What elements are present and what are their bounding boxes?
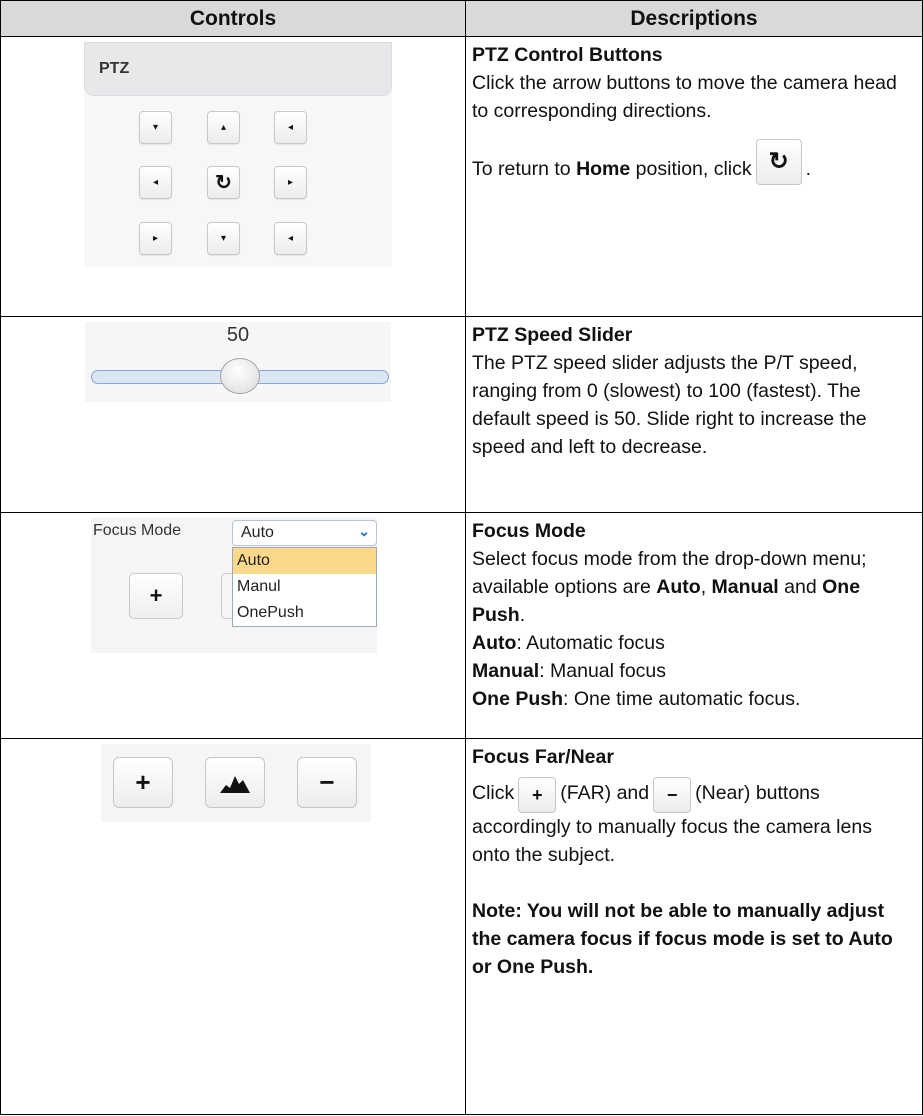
- ptz-panel-header: PTZ: [84, 42, 392, 96]
- manual-term: Manual: [472, 660, 540, 682]
- onepush-def-line: One Push: One time automatic focus.: [472, 685, 914, 713]
- ptz-panel-title: PTZ: [99, 60, 130, 77]
- home-suffix: position, click: [630, 158, 752, 180]
- focus-far-near-description-cell: Focus Far/Near Click + (FAR) and − (Near) bu…: [465, 738, 923, 1115]
- focus-far-near-panel: + −: [101, 744, 371, 822]
- pan-down-left-button[interactable]: ▾: [139, 111, 172, 144]
- focus-mode-description-cell: Focus Mode Select focus mode from the dr…: [465, 512, 923, 739]
- manual-def-line: Manual: Manual focus: [472, 657, 914, 685]
- speed-desc-text: The PTZ speed slider adjusts the P/T spe…: [472, 352, 867, 458]
- opt-auto: Auto: [656, 576, 701, 598]
- focus-far-button[interactable]: +: [113, 757, 173, 808]
- focus-mode-dropdown: Auto Manul OnePush: [232, 547, 377, 627]
- focus-mode-panel: Focus Mode Auto ⌄ + Auto Manul OnePush: [91, 518, 377, 653]
- near-label: (Near): [695, 782, 751, 804]
- ptz-desc-text: Click the arrow buttons to move the came…: [472, 72, 897, 122]
- home-button[interactable]: ↻: [207, 166, 240, 199]
- pan-right-button[interactable]: ▸: [274, 166, 307, 199]
- focus-mode-desc-title: Focus Mode: [472, 520, 586, 542]
- pan-down-right-button[interactable]: ◂: [274, 222, 307, 255]
- ptz-control-cell: PTZ ▾ ▴ ◂ ◂ ↻ ▸ ▸ ▾ ◂: [0, 36, 466, 317]
- option-manual[interactable]: Manul: [233, 574, 376, 600]
- tilt-down-button[interactable]: ▾: [207, 222, 240, 255]
- onepush-def: : One time automatic focus.: [563, 688, 801, 710]
- speed-slider-panel: 50: [85, 322, 391, 402]
- speed-desc-title: PTZ Speed Slider: [472, 324, 633, 346]
- ptz-home-line: To return to Home position, click ↻.: [472, 139, 914, 185]
- focus-near-button[interactable]: −: [297, 757, 357, 808]
- descriptions-header: Descriptions: [465, 0, 923, 37]
- onepush-term: One Push: [472, 688, 564, 710]
- table-row: PTZ ▾ ▴ ◂ ◂ ↻ ▸ ▸ ▾ ◂ PTZ Control Button…: [0, 36, 923, 317]
- ptz-description-cell: PTZ Control Buttons Click the arrow butt…: [465, 36, 923, 317]
- controls-table: Controls Descriptions PTZ ▾ ▴ ◂ ◂ ↻ ▸ ▸ …: [0, 0, 923, 1115]
- far-near-desc-text: Click + (FAR) and − (Near) buttons according…: [472, 777, 914, 869]
- opt-and: and: [778, 576, 823, 598]
- option-onepush[interactable]: OnePush: [233, 600, 376, 626]
- pan-down-left-2-button[interactable]: ▸: [139, 222, 172, 255]
- table-row: 50 PTZ Speed Slider The PTZ speed slider…: [0, 316, 923, 513]
- ptz-panel: PTZ ▾ ▴ ◂ ◂ ↻ ▸ ▸ ▾ ◂: [84, 42, 392, 267]
- home-prefix: To return to: [472, 158, 577, 180]
- auto-term: Auto: [472, 632, 517, 654]
- speed-slider-thumb[interactable]: [220, 358, 260, 394]
- speed-value: 50: [226, 324, 250, 346]
- focus-mode-control-cell: Focus Mode Auto ⌄ + Auto Manul OnePush: [0, 512, 466, 739]
- home-icon: ↻: [755, 139, 802, 185]
- pan-left-button[interactable]: ◂: [139, 166, 172, 199]
- tilt-up-button[interactable]: ▴: [207, 111, 240, 144]
- chevron-down-icon: ⌄: [358, 523, 370, 539]
- opt-manual: Manual: [711, 576, 779, 598]
- home-end: .: [805, 158, 812, 180]
- option-auto[interactable]: Auto: [233, 548, 376, 574]
- table-header-row: Controls Descriptions: [0, 0, 923, 37]
- opt-period: .: [519, 604, 526, 626]
- click-word: Click: [472, 782, 515, 804]
- focus-far-near-control-cell: + −: [0, 738, 466, 1115]
- auto-def: : Automatic focus: [516, 632, 665, 654]
- focus-mode-label: Focus Mode: [93, 522, 182, 539]
- auto-focus-icon: [220, 775, 250, 793]
- speed-control-cell: 50: [0, 316, 466, 513]
- table-row: + − Focus Far/Near Click + (FAR) and − (Near…: [0, 738, 923, 1115]
- table-row: Focus Mode Auto ⌄ + Auto Manul OnePush F…: [0, 512, 923, 739]
- pan-up-right-button[interactable]: ◂: [274, 111, 307, 144]
- far-near-desc-title: Focus Far/Near: [472, 746, 614, 768]
- ptz-desc-title: PTZ Control Buttons: [472, 44, 663, 66]
- auto-focus-button[interactable]: [205, 757, 265, 808]
- focus-plus-button[interactable]: +: [129, 573, 183, 619]
- home-bold: Home: [576, 158, 631, 180]
- focus-mode-selected: Auto: [241, 524, 274, 541]
- focus-mode-select[interactable]: Auto ⌄: [232, 520, 377, 546]
- far-near-note: Note: You will not be able to manually a…: [472, 900, 893, 978]
- speed-description-cell: PTZ Speed Slider The PTZ speed slider ad…: [465, 316, 923, 513]
- controls-header: Controls: [0, 0, 466, 37]
- opt-comma: ,: [700, 576, 707, 598]
- manual-def: : Manual focus: [539, 660, 667, 682]
- plus-icon: +: [518, 777, 557, 813]
- far-label: (FAR) and: [560, 782, 650, 804]
- focus-mode-desc-options: Select focus mode from the drop-down men…: [472, 545, 914, 629]
- auto-def-line: Auto: Automatic focus: [472, 629, 914, 657]
- minus-icon: −: [653, 777, 692, 813]
